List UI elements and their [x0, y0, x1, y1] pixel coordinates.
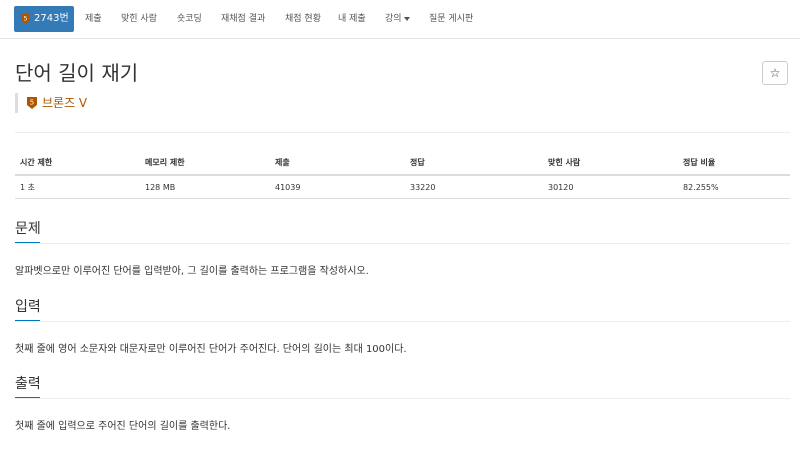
title-divider	[15, 132, 790, 133]
section-heading-problem: 문제	[15, 221, 41, 237]
bronze-tier-icon: 5	[27, 97, 37, 109]
section-heading-input: 입력	[15, 299, 41, 315]
table-cell: 82.255%	[678, 175, 790, 199]
tier-label: 브론즈 V	[42, 96, 88, 110]
problem-nav: 5 2743번 제출 맞힌 사람 숏코딩 재채점 결과 채점 현황 내 제출 강…	[0, 0, 800, 39]
table-row: 1 초 128 MB 41039 33220 30120 82.255%	[15, 175, 790, 199]
section-heading-output: 출력	[15, 376, 41, 392]
table-cell: 33220	[405, 175, 543, 199]
section-text-input: 첫째 줄에 영어 소문자와 대문자로만 이루어진 단어가 주어진다. 단어의 길…	[15, 344, 407, 355]
star-icon: ☆	[769, 66, 781, 80]
nav-short-coding[interactable]: 숏코딩	[177, 0, 202, 38]
section-divider	[15, 243, 790, 244]
nav-judge-status[interactable]: 채점 현황	[285, 0, 321, 38]
nav-solved-users[interactable]: 맞힌 사람	[121, 0, 157, 38]
section-text-problem: 알파벳으로만 이루어진 단어를 입력받아, 그 길이를 출력하는 프로그램을 작…	[15, 266, 369, 277]
section-divider	[15, 398, 790, 399]
nav-submit[interactable]: 제출	[85, 0, 102, 38]
nav-lectures-label: 강의	[385, 14, 402, 24]
caret-down-icon	[403, 16, 410, 21]
bronze-tier-icon: 5	[21, 13, 30, 25]
table-header-cell: 정답 비율	[678, 150, 790, 176]
problem-number-label: 2743번	[34, 13, 69, 24]
page-title: 단어 길이 재기	[15, 61, 139, 85]
table-header-row: 시간 제한 메모리 제한 제출 정답 맞힌 사람 정답 비율	[15, 150, 790, 176]
nav-lectures-dropdown[interactable]: 강의	[385, 0, 410, 38]
table-cell[interactable]: 30120	[543, 175, 678, 199]
table-cell[interactable]: 41039	[270, 175, 405, 199]
problem-info-table: 시간 제한 메모리 제한 제출 정답 맞힌 사람 정답 비율 1 초 128 M…	[15, 150, 790, 199]
table-cell: 1 초	[15, 175, 140, 199]
table-header-cell: 메모리 제한	[140, 150, 270, 176]
nav-question-board[interactable]: 질문 게시판	[429, 0, 473, 38]
nav-rejudge-results[interactable]: 재채점 결과	[221, 0, 265, 38]
nav-my-submissions[interactable]: 내 제출	[338, 0, 366, 38]
section-text-output: 첫째 줄에 입력으로 주어진 단어의 길이를 출력한다.	[15, 421, 231, 432]
table-cell: 128 MB	[140, 175, 270, 199]
table-header-cell: 제출	[270, 150, 405, 176]
svg-text:5: 5	[30, 99, 34, 107]
problem-number-button[interactable]: 5 2743번	[14, 6, 74, 32]
table-header-cell: 정답	[405, 150, 543, 176]
star-button[interactable]: ☆	[762, 61, 788, 85]
section-divider	[15, 321, 790, 322]
tier-badge: 5 브론즈 V	[15, 93, 87, 113]
table-header-cell: 시간 제한	[15, 150, 140, 176]
svg-text:5: 5	[24, 15, 28, 22]
table-header-cell: 맞힌 사람	[543, 150, 678, 176]
